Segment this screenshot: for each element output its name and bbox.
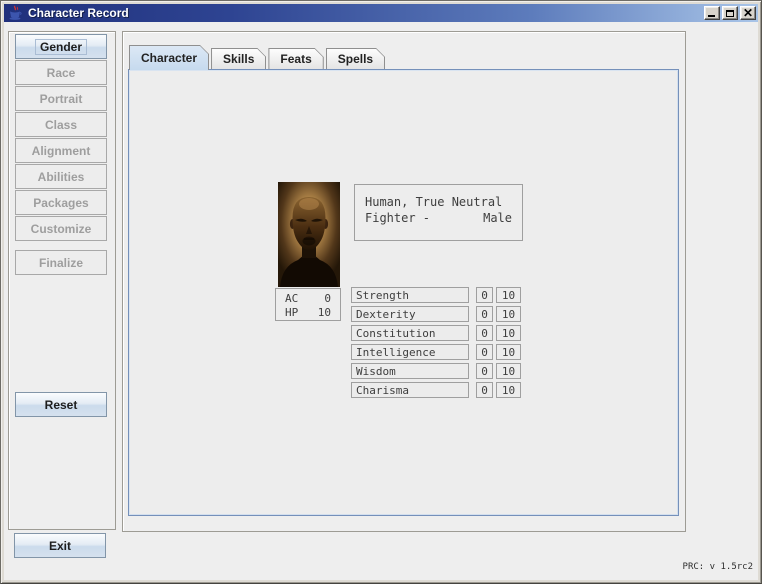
tab-skills[interactable]: Skills <box>211 48 266 69</box>
finalize-button: Finalize <box>15 250 107 275</box>
ability-name-field: Constitution <box>351 325 469 341</box>
ability-score-field: 10 <box>496 363 521 379</box>
character-summary-box: Human, True Neutral Fighter - Male <box>354 184 523 241</box>
window-title: Character Record <box>28 6 702 20</box>
hp-label: HP <box>285 306 298 319</box>
client-area: Gender Race Portrait Class Alignment Abi… <box>4 22 758 580</box>
ability-score-field: 10 <box>496 306 521 322</box>
sidebar-item-customize: Customize <box>15 216 107 241</box>
reset-button[interactable]: Reset <box>15 392 107 417</box>
sidebar-item-portrait: Portrait <box>15 86 107 111</box>
exit-button[interactable]: Exit <box>14 533 106 558</box>
portrait-image <box>278 182 340 287</box>
ability-score-field: 10 <box>496 287 521 303</box>
ability-mod-field: 0 <box>476 344 493 360</box>
summary-class: Fighter - <box>365 210 430 226</box>
close-icon: ✕ <box>743 8 753 18</box>
ability-mod-field: 0 <box>476 287 493 303</box>
minimize-icon <box>708 15 715 17</box>
tab-panel: Character Skills Feats Spells <box>122 31 686 532</box>
tab-strip: Character Skills Feats Spells <box>129 45 387 69</box>
tab-spells[interactable]: Spells <box>326 48 385 69</box>
wizard-sidebar: Gender Race Portrait Class Alignment Abi… <box>8 31 116 530</box>
ac-value: 0 <box>318 292 331 305</box>
ability-name-field: Charisma <box>351 382 469 398</box>
character-record-window: Character Record ✕ Gender Race Portrait … <box>0 0 762 584</box>
ability-name-field: Intelligence <box>351 344 469 360</box>
gender-button-label: Gender <box>35 39 87 55</box>
sidebar-item-packages: Packages <box>15 190 107 215</box>
character-tab-content: AC 0 HP 10 Human, True Neutral Fighter -… <box>128 69 679 516</box>
summary-race-alignment: Human, True Neutral <box>365 194 512 210</box>
tab-character[interactable]: Character <box>129 45 209 70</box>
close-button[interactable]: ✕ <box>740 6 756 20</box>
ability-mod-field: 0 <box>476 382 493 398</box>
combat-stats-box: AC 0 HP 10 <box>275 288 341 321</box>
ability-mod-field: 0 <box>476 306 493 322</box>
sidebar-item-abilities: Abilities <box>15 164 107 189</box>
minimize-button[interactable] <box>704 6 720 20</box>
sidebar-item-alignment: Alignment <box>15 138 107 163</box>
sidebar-item-gender[interactable]: Gender <box>15 34 107 59</box>
ac-label: AC <box>285 292 298 305</box>
titlebar: Character Record ✕ <box>4 4 758 22</box>
java-cup-icon[interactable] <box>7 5 23 21</box>
maximize-button[interactable] <box>722 6 738 20</box>
ability-mod-field: 0 <box>476 325 493 341</box>
ability-score-field: 10 <box>496 344 521 360</box>
ability-mod-field: 0 <box>476 363 493 379</box>
ability-name-field: Dexterity <box>351 306 469 322</box>
maximize-icon <box>726 10 734 17</box>
ability-name-field: Strength <box>351 287 469 303</box>
version-label: PRC: v 1.5rc2 <box>683 562 753 572</box>
hp-value: 10 <box>318 306 331 319</box>
summary-gender: Male <box>483 210 512 226</box>
sidebar-item-class: Class <box>15 112 107 137</box>
ability-name-field: Wisdom <box>351 363 469 379</box>
ability-score-field: 10 <box>496 325 521 341</box>
tab-feats[interactable]: Feats <box>268 48 323 69</box>
sidebar-item-race: Race <box>15 60 107 85</box>
ability-score-field: 10 <box>496 382 521 398</box>
